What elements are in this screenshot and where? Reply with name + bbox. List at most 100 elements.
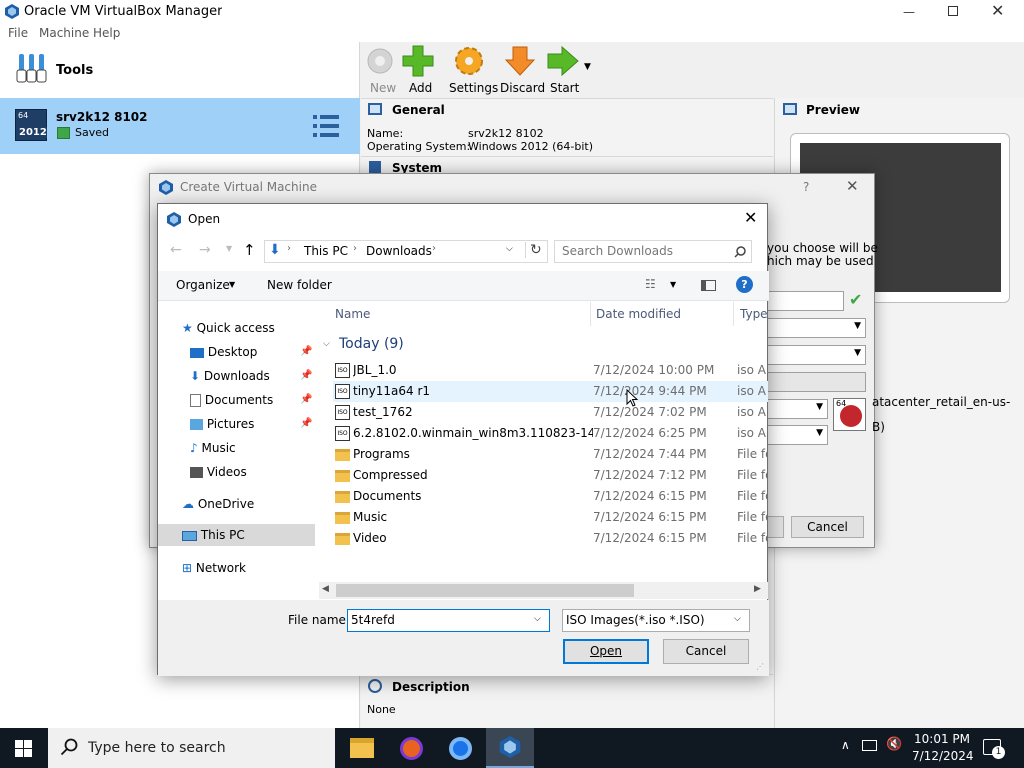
type-combo[interactable]: ▼ bbox=[767, 399, 828, 419]
create-vm-cancel-button[interactable]: Cancel bbox=[791, 516, 864, 538]
volume-muted-icon[interactable]: 🔇 bbox=[886, 737, 902, 752]
file-type-filter[interactable]: ISO Images(*.iso *.ISO) ⌵ bbox=[562, 609, 750, 632]
nav-this-pc[interactable]: This PC bbox=[158, 524, 315, 546]
create-vm-next-button[interactable] bbox=[767, 516, 784, 538]
nav-quick-access[interactable]: ★ Quick access bbox=[182, 317, 275, 339]
windows-start-icon[interactable] bbox=[15, 740, 32, 757]
start-button[interactable]: Start ▼ bbox=[546, 44, 594, 96]
new-button[interactable]: New bbox=[363, 44, 397, 96]
virtualbox-taskbar-button[interactable] bbox=[486, 728, 534, 768]
nav-onedrive[interactable]: ☁ OneDrive bbox=[182, 493, 254, 515]
column-type[interactable]: Type bbox=[740, 307, 768, 321]
help-icon[interactable]: ? bbox=[736, 276, 753, 293]
folder-combo[interactable]: ▼ bbox=[767, 318, 866, 338]
down-arrow-icon bbox=[504, 46, 536, 76]
nav-pictures[interactable]: Pictures 📌 bbox=[190, 413, 315, 435]
search-box[interactable]: Search Downloads bbox=[554, 240, 752, 263]
scroll-thumb[interactable] bbox=[336, 584, 634, 597]
organize-button[interactable]: Organize bbox=[176, 278, 230, 292]
nav-network[interactable]: ⊞ Network bbox=[182, 557, 246, 579]
organize-dropdown-icon[interactable]: ▼ bbox=[229, 280, 235, 289]
iso-file-icon: ISO bbox=[335, 384, 350, 399]
chromium-icon[interactable] bbox=[449, 737, 472, 760]
description-title: Description bbox=[392, 680, 470, 694]
show-hidden-icons[interactable]: ∧ bbox=[841, 738, 850, 752]
column-date-modified[interactable]: Date modified bbox=[596, 307, 681, 321]
close-icon[interactable]: ✕ bbox=[991, 1, 1004, 20]
file-row[interactable]: Programs 7/12/2024 7:44 PM File fo bbox=[333, 444, 768, 465]
firefox-icon[interactable] bbox=[400, 737, 423, 760]
file-explorer-icon[interactable] bbox=[350, 738, 374, 758]
back-arrow-icon[interactable]: ← bbox=[170, 242, 182, 258]
preview-pane-icon[interactable] bbox=[701, 280, 716, 291]
file-name: Compressed bbox=[353, 468, 428, 482]
scroll-left-icon[interactable]: ◀ bbox=[322, 584, 329, 594]
minimize-icon[interactable]: — bbox=[903, 5, 915, 19]
address-dropdown-icon[interactable]: ⌵ bbox=[506, 244, 513, 254]
add-button[interactable]: Add bbox=[400, 44, 436, 96]
start-dropdown-icon[interactable]: ▼ bbox=[584, 62, 591, 72]
vm-name-field[interactable] bbox=[767, 291, 844, 311]
os-value: Windows 2012 (64-bit) bbox=[468, 140, 593, 153]
network-icon[interactable] bbox=[862, 740, 877, 751]
menu-machine[interactable]: Machine bbox=[39, 26, 89, 40]
cancel-button[interactable]: Cancel bbox=[663, 639, 749, 664]
notifications-icon[interactable]: 1 bbox=[983, 739, 1005, 759]
menu-help[interactable]: Help bbox=[93, 26, 120, 40]
maximize-icon[interactable] bbox=[948, 6, 958, 16]
file-row[interactable]: Video 7/12/2024 6:15 PM File fo bbox=[333, 528, 768, 549]
filter-dropdown-icon[interactable]: ⌵ bbox=[734, 614, 741, 624]
open-dialog-close-icon[interactable]: ✕ bbox=[744, 208, 757, 227]
file-name-dropdown-icon[interactable]: ⌵ bbox=[534, 614, 541, 624]
recent-dropdown-icon[interactable]: ▼ bbox=[226, 244, 232, 253]
discard-button[interactable]: Discard bbox=[500, 44, 545, 96]
version-combo[interactable]: ▼ bbox=[767, 425, 828, 445]
search-placeholder: Search Downloads bbox=[562, 244, 673, 258]
menu-file[interactable]: File bbox=[8, 26, 28, 40]
nav-desktop[interactable]: Desktop 📌 bbox=[190, 341, 315, 363]
taskbar-search-box[interactable]: Type here to search bbox=[48, 728, 335, 768]
settings-button[interactable]: Settings bbox=[447, 44, 498, 96]
clock-date[interactable]: 7/12/2024 bbox=[912, 749, 974, 763]
create-vm-close-icon[interactable]: ✕ bbox=[846, 177, 859, 195]
breadcrumb-downloads[interactable]: Downloads bbox=[366, 244, 432, 258]
open-button[interactable]: Open bbox=[563, 639, 649, 664]
file-row[interactable]: ISO6.2.8102.0.winmain_win8m3.110823-1455… bbox=[333, 423, 768, 444]
nav-documents[interactable]: Documents 📌 bbox=[190, 389, 315, 411]
file-date: 7/12/2024 6:15 PM bbox=[593, 489, 707, 503]
nav-videos[interactable]: Videos bbox=[190, 461, 247, 483]
file-row[interactable]: ISO tiny11a64 r1 7/12/2024 9:44 PM iso A bbox=[333, 381, 768, 402]
vm-list-item[interactable]: 64 2012 srv2k12 8102 Saved bbox=[0, 98, 360, 154]
column-name[interactable]: Name bbox=[335, 307, 370, 321]
clock-time[interactable]: 10:01 PM bbox=[914, 732, 970, 746]
file-row[interactable]: Music 7/12/2024 6:15 PM File fo bbox=[333, 507, 768, 528]
resize-grip-icon[interactable]: ⋰ bbox=[756, 662, 764, 671]
mouse-cursor-icon bbox=[626, 389, 638, 407]
file-row[interactable]: ISO test_1762 7/12/2024 7:02 PM iso A bbox=[333, 402, 768, 423]
address-bar[interactable]: ⬇ › This PC › Downloads › ⌵ ↻ bbox=[264, 240, 548, 263]
group-header[interactable]: Today (9) bbox=[339, 336, 404, 352]
forward-arrow-icon[interactable]: → bbox=[199, 242, 211, 258]
group-collapse-icon[interactable]: ⌵ bbox=[323, 339, 330, 349]
nav-downloads[interactable]: ⬇ Downloads 📌 bbox=[190, 365, 315, 387]
scroll-right-icon[interactable]: ▶ bbox=[754, 584, 761, 594]
pin-icon: 📌 bbox=[300, 370, 313, 381]
view-options-icon[interactable]: ☷ bbox=[645, 277, 656, 291]
file-name: Documents bbox=[353, 489, 422, 503]
vm-details-menu-icon[interactable] bbox=[313, 114, 339, 138]
view-dropdown-icon[interactable]: ▼ bbox=[670, 280, 676, 289]
new-folder-button[interactable]: New folder bbox=[267, 278, 332, 292]
breadcrumb-this-pc[interactable]: This PC bbox=[304, 244, 348, 258]
nav-music[interactable]: ♪ Music bbox=[190, 437, 236, 459]
refresh-icon[interactable]: ↻ bbox=[525, 242, 542, 258]
horizontal-scrollbar[interactable]: ◀ ▶ bbox=[319, 582, 768, 599]
file-row[interactable]: Documents 7/12/2024 6:15 PM File fo bbox=[333, 486, 768, 507]
iso-combo[interactable]: ▼ bbox=[767, 345, 866, 365]
search-icon bbox=[734, 246, 746, 258]
file-row[interactable]: ISO JBL_1.0 7/12/2024 10:00 PM iso A bbox=[333, 360, 768, 381]
create-vm-help[interactable]: ? bbox=[803, 180, 809, 194]
up-arrow-icon[interactable]: ↑ bbox=[243, 241, 256, 259]
file-name-input[interactable]: 5t4refd ⌵ bbox=[347, 609, 550, 632]
open-dialog-logo-icon bbox=[167, 212, 181, 227]
file-row[interactable]: Compressed 7/12/2024 7:12 PM File fo bbox=[333, 465, 768, 486]
